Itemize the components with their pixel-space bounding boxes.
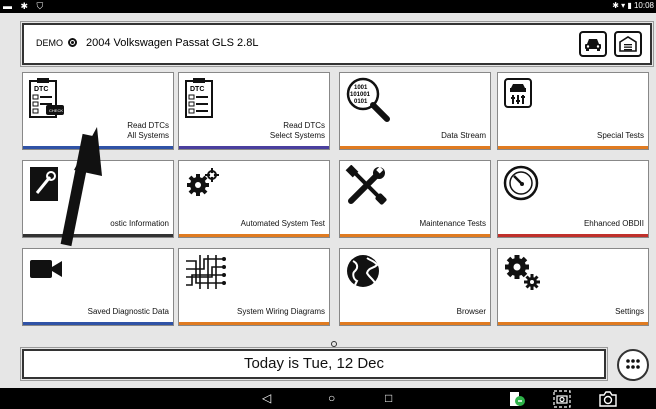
vci-connection-icon[interactable] bbox=[508, 390, 526, 408]
tile-label: Settings bbox=[615, 307, 644, 316]
demo-indicator: DEMO bbox=[36, 38, 77, 48]
tile-label-line2: All Systems bbox=[127, 131, 169, 140]
tile-enhanced-obdii[interactable]: Ehhanced OBDII bbox=[497, 160, 649, 238]
status-clock: ✱ ▾ ▮ 10:08 bbox=[612, 1, 654, 10]
garage-icon bbox=[619, 36, 637, 52]
garage-button[interactable] bbox=[614, 31, 642, 57]
tile-read-dtcs-select[interactable]: DTC Read DTCs Select Systems bbox=[178, 72, 330, 150]
back-button[interactable]: ◁ bbox=[262, 391, 271, 405]
date-bar: Today is Tue, 12 Dec bbox=[20, 347, 608, 381]
tile-stripe bbox=[23, 322, 173, 325]
vehicle-bar: DEMO 2004 Volkswagen Passat GLS 2.8L bbox=[20, 21, 654, 67]
tile-data-stream[interactable]: 1001 101001 0101 Data Stream bbox=[339, 72, 491, 150]
tile-label: Maintenance Tests bbox=[419, 219, 486, 228]
camera-icon[interactable] bbox=[598, 390, 618, 408]
svg-text:101001: 101001 bbox=[350, 92, 371, 98]
tile-label-line1: Read DTCs bbox=[127, 121, 169, 130]
tile-special-tests[interactable]: Special Tests bbox=[497, 72, 649, 150]
binary-magnifier-icon: 1001 101001 0101 bbox=[346, 77, 390, 122]
tile-label: Read DTCs All Systems bbox=[127, 121, 169, 141]
navigation-bar: ◁ ○ □ bbox=[0, 388, 656, 409]
status-icons-left: ▬ ✱ ⛉ bbox=[3, 1, 47, 11]
tile-stripe bbox=[179, 322, 329, 325]
demo-target-icon bbox=[67, 38, 77, 47]
circuit-icon bbox=[186, 255, 226, 289]
dtc-clipboard-icon: DTC CHECK bbox=[29, 78, 64, 118]
tile-stripe bbox=[340, 234, 490, 237]
tile-stripe bbox=[498, 146, 648, 149]
tile-label: Browser bbox=[456, 307, 486, 316]
svg-text:1001: 1001 bbox=[354, 85, 368, 91]
tile-label: ostic Information bbox=[110, 219, 169, 228]
svg-text:CHECK: CHECK bbox=[49, 108, 63, 113]
status-bar: ▬ ✱ ⛉ ✱ ▾ ▮ 10:08 bbox=[0, 0, 656, 13]
apps-grid-icon bbox=[626, 359, 640, 369]
tools-icon bbox=[345, 165, 387, 205]
apps-button[interactable] bbox=[617, 349, 649, 381]
car-sliders-icon bbox=[504, 78, 532, 108]
tile-stripe bbox=[498, 234, 648, 237]
tile-label: System Wiring Diagrams bbox=[236, 307, 325, 316]
vehicle-select-button[interactable] bbox=[579, 31, 607, 57]
car-icon bbox=[585, 39, 601, 51]
tile-stripe bbox=[498, 322, 648, 325]
gears-icon bbox=[187, 168, 219, 196]
demo-label: DEMO bbox=[36, 38, 63, 48]
tile-label: Ehhanced OBDII bbox=[583, 219, 644, 228]
video-camera-icon bbox=[30, 260, 62, 278]
screenshot-icon[interactable] bbox=[553, 390, 571, 408]
svg-text:DTC: DTC bbox=[34, 86, 48, 93]
home-button[interactable]: ○ bbox=[328, 391, 335, 405]
tile-settings[interactable]: Settings bbox=[497, 248, 649, 326]
tile-label: Saved Diagnostic Data bbox=[87, 307, 169, 316]
gauge-icon bbox=[503, 165, 539, 201]
settings-gears-icon bbox=[505, 255, 540, 290]
tile-label: Automated System Test bbox=[240, 219, 325, 228]
svg-text:DTC: DTC bbox=[190, 86, 204, 93]
tile-stripe bbox=[179, 146, 329, 149]
wrench-book-icon bbox=[30, 167, 58, 201]
tile-stripe bbox=[340, 322, 490, 325]
tile-stripe bbox=[340, 146, 490, 149]
tile-label: Data Stream bbox=[441, 131, 486, 140]
tile-label-line1: Read DTCs bbox=[283, 121, 325, 130]
page-indicator-dot bbox=[331, 341, 337, 347]
svg-text:0101: 0101 bbox=[354, 99, 368, 105]
tile-saved-diagnostic-data[interactable]: Saved Diagnostic Data bbox=[22, 248, 174, 326]
vehicle-name: 2004 Volkswagen Passat GLS 2.8L bbox=[86, 37, 259, 49]
tile-label: Read DTCs Select Systems bbox=[270, 121, 325, 141]
tile-label: Special Tests bbox=[597, 131, 644, 140]
dtc-clipboard-icon: DTC bbox=[185, 78, 213, 118]
tile-automated-system-test[interactable]: Automated System Test bbox=[178, 160, 330, 238]
tile-label-line2: Select Systems bbox=[269, 131, 325, 140]
annotation-arrow-icon bbox=[60, 127, 102, 247]
recents-button[interactable]: □ bbox=[385, 391, 392, 405]
tile-browser[interactable]: Browser bbox=[339, 248, 491, 326]
tile-system-wiring-diagrams[interactable]: System Wiring Diagrams bbox=[178, 248, 330, 326]
tile-stripe bbox=[179, 234, 329, 237]
globe-icon bbox=[347, 255, 379, 287]
tile-maintenance-tests[interactable]: Maintenance Tests bbox=[339, 160, 491, 238]
